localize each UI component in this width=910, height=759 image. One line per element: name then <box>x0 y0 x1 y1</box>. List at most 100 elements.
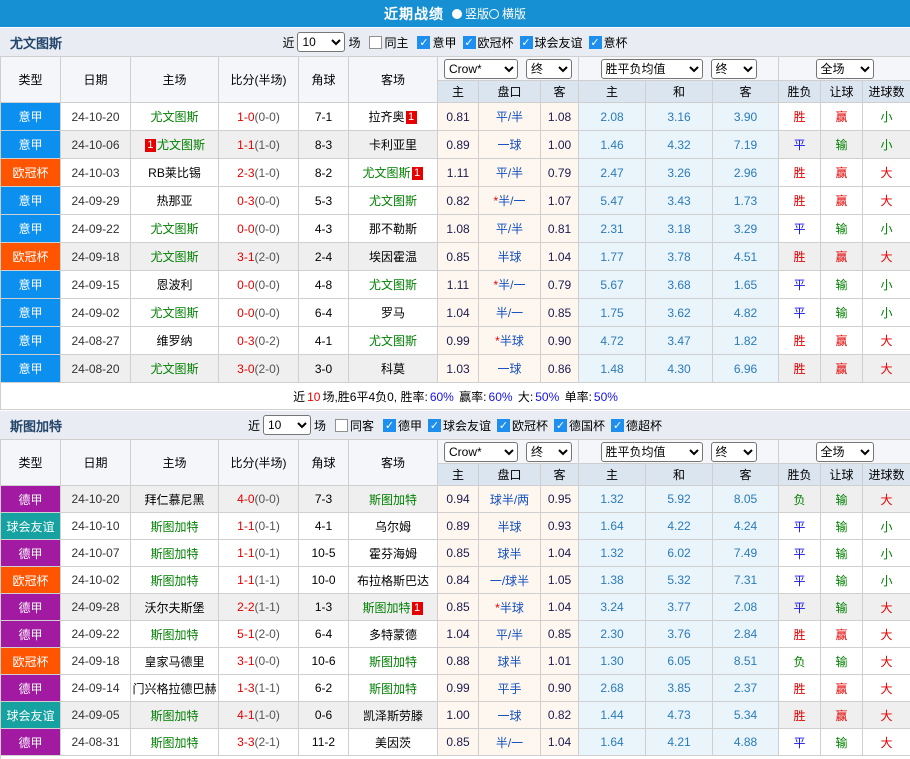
avg-home-odds-cell: 5.47 <box>579 187 646 215</box>
goals-result-cell: 大 <box>863 486 910 513</box>
corner-cell: 4-1 <box>299 513 349 540</box>
filter-league-label: 德甲 <box>398 417 422 434</box>
filter-league-label: 德超杯 <box>626 417 662 434</box>
avg-draw-odds-cell: 3.26 <box>646 159 713 187</box>
team-label: 斯图加特 <box>369 493 417 507</box>
corner-cell: 1-3 <box>299 594 349 621</box>
filter-league-3[interactable]: 德国杯 <box>554 417 605 434</box>
final-avg-select[interactable]: 终 <box>711 442 757 462</box>
final-odds-select[interactable]: 终 <box>526 59 572 79</box>
sub-header-away-odds: 客 <box>541 464 579 486</box>
filter-same-label: 同主 <box>384 34 408 51</box>
score-cell: 1-3(1-1) <box>219 675 299 702</box>
fulltime-score: 1-1 <box>237 519 254 533</box>
filter-league-3[interactable]: 意杯 <box>589 34 628 51</box>
handicap-home-odds-cell: 0.89 <box>438 131 479 159</box>
goals-result-cell: 大 <box>863 243 910 271</box>
handicap-away-odds-cell: 0.90 <box>541 327 579 355</box>
filter-same-venue[interactable]: 同客 <box>335 417 374 434</box>
team-label: 尤文图斯 <box>369 334 417 348</box>
avg-home-odds-cell: 1.38 <box>579 567 646 594</box>
team-label: 斯图加特 <box>150 520 198 534</box>
radio-label: 横版 <box>502 5 526 22</box>
checkbox-checked-icon[interactable] <box>463 36 476 49</box>
final-odds-select[interactable]: 终 <box>526 442 572 462</box>
filter-same-venue[interactable]: 同主 <box>369 34 408 51</box>
halftime-score: (1-0) <box>255 708 280 722</box>
goals-result-cell: 大 <box>863 327 910 355</box>
checkbox-checked-icon[interactable] <box>417 36 430 49</box>
avg-home-odds-cell: 2.31 <box>579 215 646 243</box>
avg-away-odds-cell: 7.49 <box>713 540 779 567</box>
filter-league-4[interactable]: 德超杯 <box>611 417 662 434</box>
team-label: 尤文图斯 <box>362 166 410 180</box>
avg-draw-odds-cell: 4.73 <box>646 702 713 729</box>
filter-league-1[interactable]: 球会友谊 <box>428 417 491 434</box>
handicap-line-cell: 球半/两 <box>479 486 541 513</box>
team-label: 凯泽斯劳滕 <box>363 709 423 723</box>
checkbox-checked-icon[interactable] <box>497 419 510 432</box>
goals-result-cell: 小 <box>863 567 910 594</box>
col-header-away: 客场 <box>349 57 438 103</box>
table-row: 德甲24-10-07斯图加特1-1(0-1)10-5霍芬海姆0.85球半1.04… <box>1 540 910 567</box>
handicap-result-cell: 输 <box>821 540 863 567</box>
odds-source-select[interactable]: Crow* <box>444 59 518 79</box>
red-card-badge: 1 <box>145 139 156 152</box>
filter-league-2[interactable]: 欧冠杯 <box>497 417 548 434</box>
fulltime-score: 2-3 <box>237 166 254 180</box>
avg-odds-select[interactable]: 胜平负均值 <box>601 442 703 462</box>
col-header-score: 比分(半场) <box>219 440 299 486</box>
avg-draw-odds-cell: 3.77 <box>646 594 713 621</box>
table-row: 德甲24-09-14门兴格拉德巴赫1-3(1-1)6-2斯图加特0.99平手0.… <box>1 675 910 702</box>
filter-league-0[interactable]: 德甲 <box>383 417 422 434</box>
checkbox-unchecked-icon[interactable] <box>369 36 382 49</box>
avg-home-odds-cell: 1.46 <box>579 131 646 159</box>
table-row: 欧冠杯24-09-18尤文图斯3-1(2-0)2-4埃因霍温0.85半球1.04… <box>1 243 910 271</box>
recent-count-select[interactable]: 10 <box>263 415 311 435</box>
avg-away-odds-cell: 4.82 <box>713 299 779 327</box>
layout-radio-vertical[interactable]: 竖版 <box>452 5 489 22</box>
filter-league-1[interactable]: 欧冠杯 <box>463 34 514 51</box>
league-type-cell: 欧冠杯 <box>1 567 61 594</box>
col-header-corner: 角球 <box>299 440 349 486</box>
table-row: 球会友谊24-10-10斯图加特1-1(0-1)4-1乌尔姆0.89半球0.93… <box>1 513 910 540</box>
home-team-cell: 门兴格拉德巴赫 <box>131 675 219 702</box>
layout-radio-horizontal[interactable]: 横版 <box>489 5 526 22</box>
checkbox-checked-icon[interactable] <box>383 419 396 432</box>
halftime-score: (0-1) <box>255 546 280 560</box>
result-cell: 平 <box>779 540 821 567</box>
avg-odds-select[interactable]: 胜平负均值 <box>601 59 703 79</box>
handicap-home-odds-cell: 0.85 <box>438 594 479 621</box>
checkbox-checked-icon[interactable] <box>554 419 567 432</box>
avg-away-odds-cell: 2.84 <box>713 621 779 648</box>
team-label: 埃因霍温 <box>369 250 417 264</box>
col-header-away: 客场 <box>349 440 438 486</box>
sub-header-away-odds: 客 <box>541 81 579 103</box>
team-label: 霍芬海姆 <box>369 547 417 561</box>
result-cell: 平 <box>779 729 821 756</box>
away-team-cell: 卡利亚里 <box>349 131 438 159</box>
scope-select[interactable]: 全场 <box>816 59 874 79</box>
checkbox-checked-icon[interactable] <box>520 36 533 49</box>
avg-away-odds-cell: 1.65 <box>713 271 779 299</box>
recent-count-select[interactable]: 10 <box>297 32 345 52</box>
radio-icon[interactable] <box>452 9 462 19</box>
date-cell: 24-09-22 <box>61 215 131 243</box>
checkbox-checked-icon[interactable] <box>428 419 441 432</box>
checkbox-checked-icon[interactable] <box>589 36 602 49</box>
date-cell: 24-09-22 <box>61 621 131 648</box>
radio-icon[interactable] <box>489 9 499 19</box>
avg-draw-odds-cell: 4.30 <box>646 355 713 383</box>
final-avg-select[interactable]: 终 <box>711 59 757 79</box>
handicap-away-odds-cell: 0.79 <box>541 271 579 299</box>
average-odds-group-header: 胜平负均值 终 <box>579 57 779 81</box>
checkbox-checked-icon[interactable] <box>611 419 624 432</box>
checkbox-unchecked-icon[interactable] <box>335 419 348 432</box>
odds-source-select[interactable]: Crow* <box>444 442 518 462</box>
filter-league-2[interactable]: 球会友谊 <box>520 34 583 51</box>
scope-select[interactable]: 全场 <box>816 442 874 462</box>
sub-header-home-odds: 主 <box>438 464 479 486</box>
sub-header-result: 胜负 <box>779 464 821 486</box>
result-cell: 胜 <box>779 243 821 271</box>
filter-league-0[interactable]: 意甲 <box>417 34 456 51</box>
